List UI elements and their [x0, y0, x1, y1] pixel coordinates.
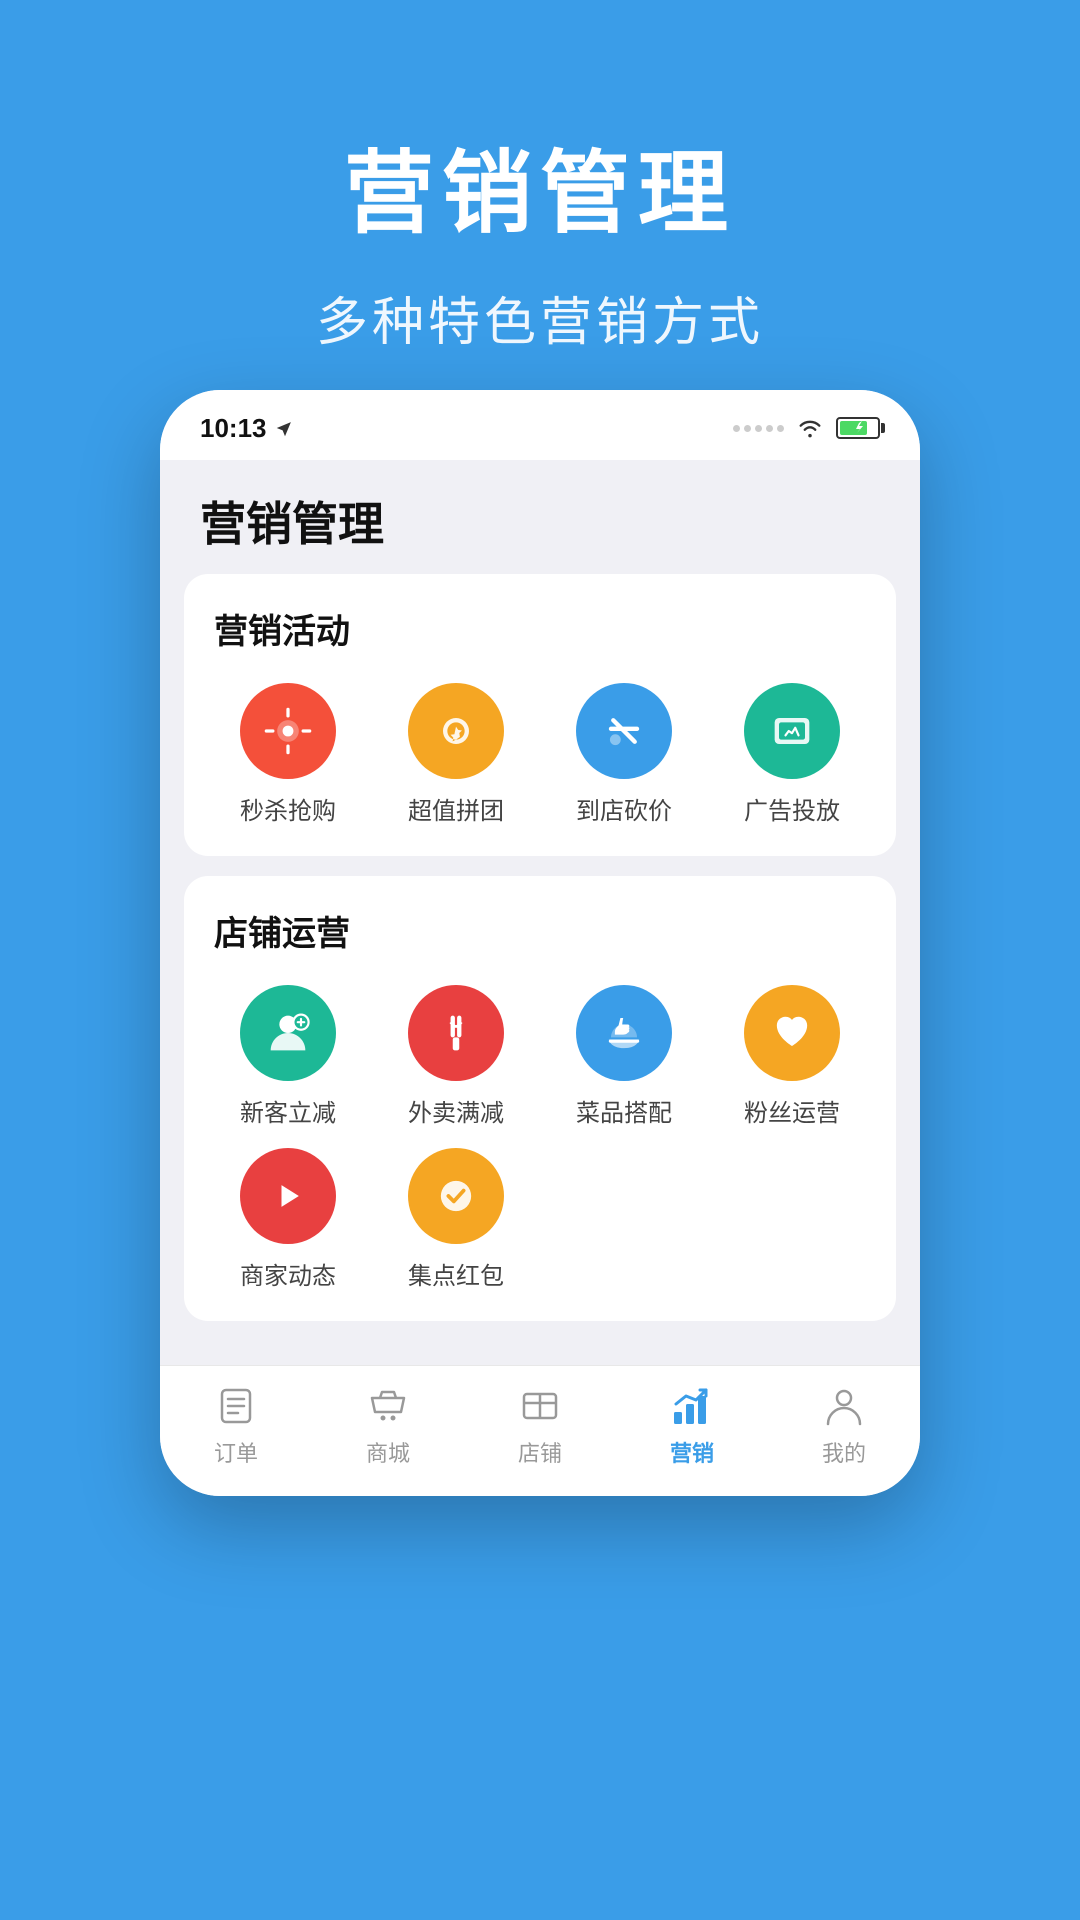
fan-ops-icon-bg: [744, 985, 840, 1081]
group-buy-label: 超值拼团: [408, 791, 504, 826]
ad-placement-icon: [766, 705, 818, 757]
marketing-section-title: 营销活动: [214, 604, 866, 653]
delivery-discount-item[interactable]: 外卖满减: [382, 985, 530, 1128]
mine-icon: [822, 1384, 866, 1428]
orders-icon: [214, 1384, 258, 1428]
hero-section: 营销管理 多种特色营销方式: [0, 120, 1080, 355]
ad-placement-item[interactable]: 广告投放: [718, 683, 866, 826]
page-title: 营销管理: [200, 488, 880, 554]
store-icon: [518, 1384, 562, 1428]
battery-icon: [836, 417, 880, 439]
dish-combo-label: 菜品搭配: [576, 1093, 672, 1128]
status-time: 10:13: [200, 413, 295, 444]
delivery-discount-label: 外卖满减: [408, 1093, 504, 1128]
delivery-discount-icon: [430, 1007, 482, 1059]
merchant-news-icon-bg: [240, 1148, 336, 1244]
flash-sale-item[interactable]: 秒杀抢购: [214, 683, 362, 826]
stamp-red-envelope-icon: [430, 1170, 482, 1222]
status-bar: 10:13: [160, 390, 920, 460]
store-operations-card: 店铺运营 新客立减: [184, 876, 896, 1321]
status-icons: [733, 417, 880, 439]
marketing-icon-grid: 秒杀抢购 超值拼团: [214, 683, 866, 826]
orders-label: 订单: [214, 1436, 258, 1468]
in-store-cut-icon-bg: [576, 683, 672, 779]
nav-shop[interactable]: 商城: [328, 1384, 448, 1468]
hero-title: 营销管理: [0, 120, 1080, 250]
group-buy-icon: [430, 705, 482, 757]
in-store-cut-item[interactable]: 到店砍价: [550, 683, 698, 826]
page-header: 营销管理: [160, 460, 920, 574]
nav-store[interactable]: 店铺: [480, 1384, 600, 1468]
new-customer-label: 新客立减: [240, 1093, 336, 1128]
fan-ops-label: 粉丝运营: [744, 1093, 840, 1128]
ad-placement-icon-bg: [744, 683, 840, 779]
phone-mockup: 10:13: [160, 390, 920, 1496]
flash-sale-label: 秒杀抢购: [240, 791, 336, 826]
store-icon-grid-row1: 新客立减 外卖满减: [214, 985, 866, 1128]
nav-mine[interactable]: 我的: [784, 1384, 904, 1468]
wifi-icon: [796, 417, 824, 439]
shop-label: 商城: [366, 1436, 410, 1468]
signal-dots: [733, 425, 784, 432]
charging-icon: [849, 421, 867, 435]
merchant-news-icon: [262, 1170, 314, 1222]
dish-combo-item[interactable]: 菜品搭配: [550, 985, 698, 1128]
group-buy-icon-bg: [408, 683, 504, 779]
nav-orders[interactable]: 订单: [176, 1384, 296, 1468]
flash-sale-icon-bg: [240, 683, 336, 779]
empty-cell-1: [550, 1148, 698, 1291]
delivery-discount-icon-bg: [408, 985, 504, 1081]
in-store-cut-icon: [598, 705, 650, 757]
flash-sale-icon: [262, 705, 314, 757]
content-area: 营销活动 秒杀抢购: [160, 574, 920, 1365]
marketing-label: 营销: [670, 1436, 714, 1468]
ad-placement-label: 广告投放: [744, 791, 840, 826]
group-buy-item[interactable]: 超值拼团: [382, 683, 530, 826]
bottom-nav: 订单 商城 店铺: [160, 1365, 920, 1496]
store-label: 店铺: [518, 1436, 562, 1468]
location-arrow-icon: [275, 418, 295, 438]
new-customer-item[interactable]: 新客立减: [214, 985, 362, 1128]
fan-ops-icon: [766, 1007, 818, 1059]
dish-combo-icon: [598, 1007, 650, 1059]
stamp-red-envelope-item[interactable]: 集点红包: [382, 1148, 530, 1291]
hero-subtitle: 多种特色营销方式: [0, 280, 1080, 355]
marketing-icon: [670, 1384, 714, 1428]
dish-combo-icon-bg: [576, 985, 672, 1081]
store-section-title: 店铺运营: [214, 906, 866, 955]
shop-icon: [366, 1384, 410, 1428]
stamp-red-envelope-label: 集点红包: [408, 1256, 504, 1291]
nav-marketing[interactable]: 营销: [632, 1384, 752, 1468]
new-customer-icon-bg: [240, 985, 336, 1081]
fan-ops-item[interactable]: 粉丝运营: [718, 985, 866, 1128]
marketing-activities-card: 营销活动 秒杀抢购: [184, 574, 896, 856]
mine-label: 我的: [822, 1436, 866, 1468]
store-icon-grid-row2: 商家动态 集点红包: [214, 1148, 866, 1291]
empty-cell-2: [718, 1148, 866, 1291]
stamp-red-envelope-icon-bg: [408, 1148, 504, 1244]
merchant-news-item[interactable]: 商家动态: [214, 1148, 362, 1291]
new-customer-icon: [262, 1007, 314, 1059]
merchant-news-label: 商家动态: [240, 1256, 336, 1291]
in-store-cut-label: 到店砍价: [576, 791, 672, 826]
